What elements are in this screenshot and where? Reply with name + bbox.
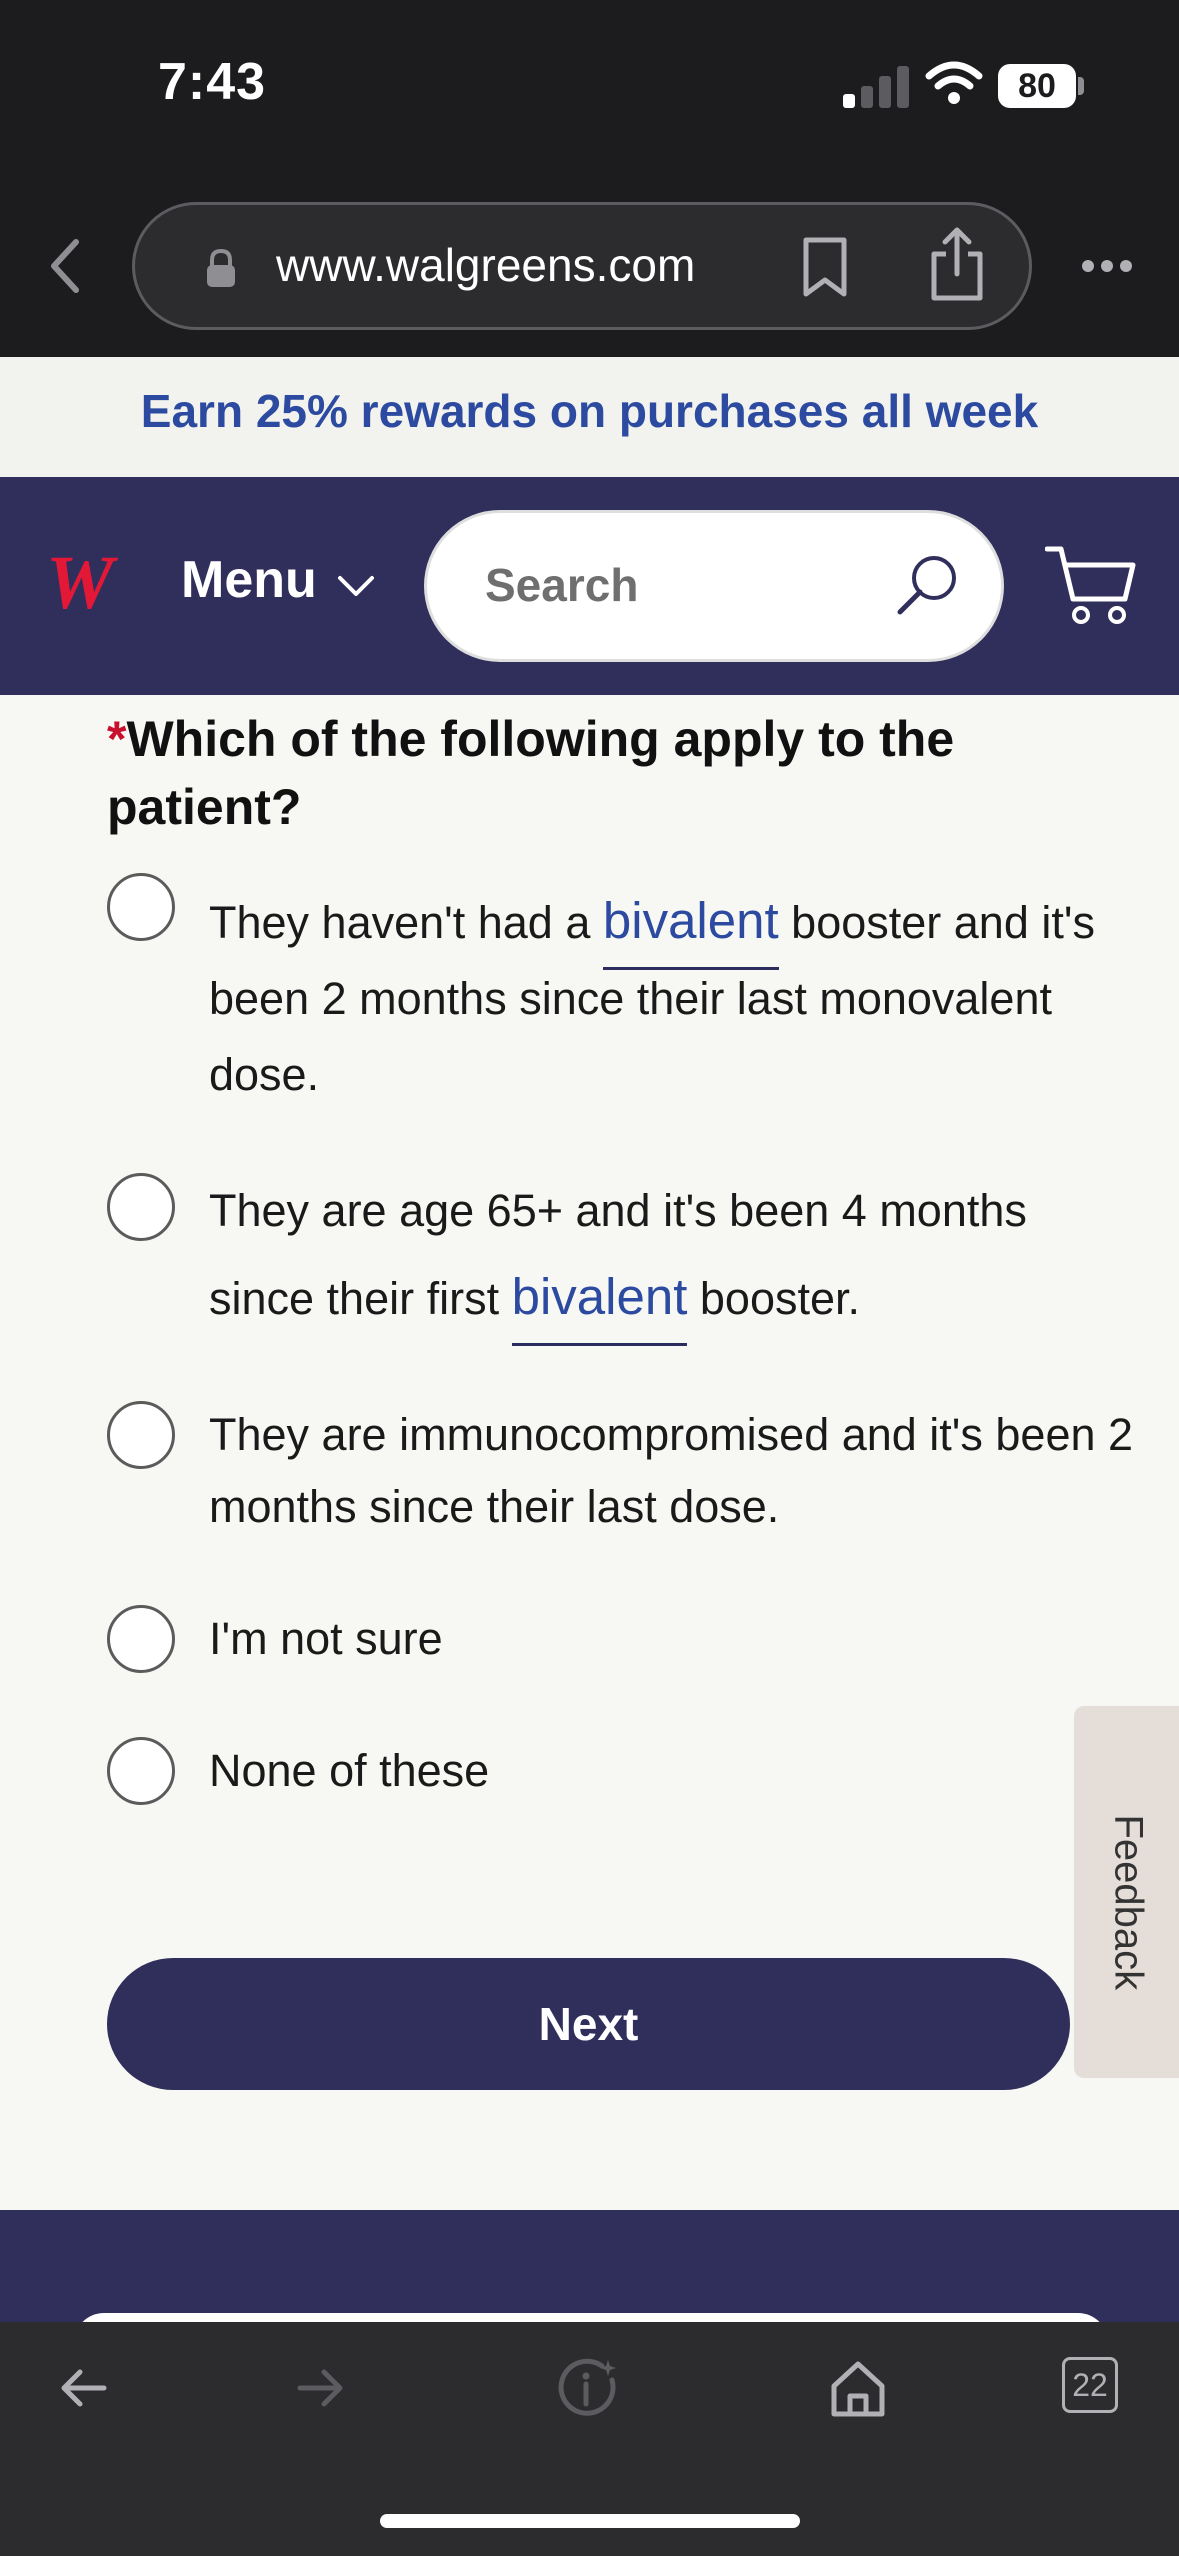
walgreens-logo[interactable]: W [44,548,140,618]
search-icon[interactable] [894,552,960,618]
next-button[interactable]: Next [107,1958,1070,2090]
forward-arrow-icon[interactable] [288,2356,352,2420]
menu-button[interactable]: Menu [181,550,317,610]
cellular-signal-icon [843,64,909,108]
question-title: *Which of the following apply to the pat… [107,705,1037,841]
battery-icon [1078,77,1084,95]
option-4-label[interactable]: I'm not sure [209,1601,1139,1677]
promo-text[interactable]: Earn 25% rewards on purchases all week [0,384,1179,438]
option-2-text-end: booster. [687,1273,861,1324]
bivalent-link[interactable]: bivalent [602,892,779,970]
home-icon[interactable] [826,2356,890,2420]
option-1-radio[interactable] [107,873,175,941]
option-4-radio[interactable] [107,1605,175,1673]
search-placeholder[interactable]: Search [485,558,638,612]
wifi-icon [925,61,983,104]
option-3-label[interactable]: They are immunocompromised and it's been… [209,1399,1139,1543]
home-indicator [380,2514,800,2528]
status-time: 7:43 [158,53,267,111]
battery-level: 80 [998,64,1076,108]
question-text: Which of the following apply to the pati… [107,711,955,835]
option-5-radio[interactable] [107,1737,175,1805]
option-2-label[interactable]: They are age 65+ and it's been 4 months … [209,1168,1119,1346]
more-options-icon[interactable] [1080,258,1134,274]
option-1-text-start: They haven't had a [209,897,603,948]
option-3-radio[interactable] [107,1401,175,1469]
page-info-icon[interactable] [556,2356,620,2420]
required-asterisk: * [107,711,127,767]
svg-text:W: W [46,548,119,618]
back-arrow-icon[interactable] [52,2356,116,2420]
feedback-label[interactable]: Feedback [1106,1815,1151,1991]
url-text[interactable]: www.walgreens.com [276,238,695,292]
tabs-count-button[interactable]: 22 [1062,2357,1118,2413]
option-2-radio[interactable] [107,1173,175,1241]
bookmark-icon[interactable] [800,236,850,298]
chevron-down-icon[interactable] [336,572,376,600]
cart-icon[interactable] [1045,543,1137,627]
lock-icon [207,248,235,287]
option-1-label[interactable]: They haven't had a bivalent booster and … [209,883,1139,1113]
option-5-label[interactable]: None of these [209,1733,1139,1809]
safari-back-chevron-icon[interactable] [44,236,84,296]
share-icon[interactable] [928,226,986,302]
bivalent-link[interactable]: bivalent [511,1268,688,1346]
